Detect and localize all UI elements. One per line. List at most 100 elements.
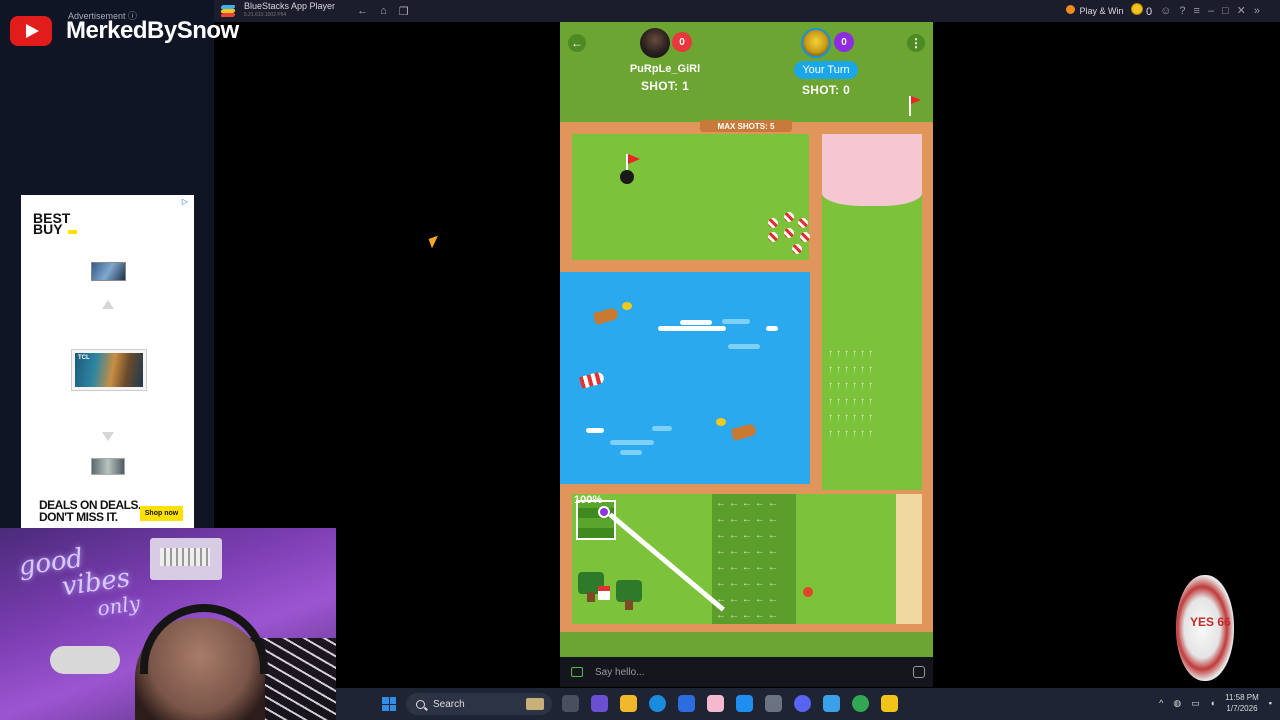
stream-overlay-left: Advertisement ⓘ MerkedBySnow ▷ BEST BUY … — [0, 0, 239, 528]
notepad-icon[interactable] — [823, 695, 840, 712]
duck-obstacle — [622, 302, 632, 310]
app-icon[interactable] — [707, 695, 724, 712]
max-shots-label: MAX SHOTS: 5 — [700, 120, 792, 132]
search-placeholder: Search — [433, 698, 465, 710]
ad-choices-icon[interactable]: ▷ — [182, 197, 188, 206]
chip-label: YES 66 — [1190, 615, 1231, 629]
self-shots: SHOT: 0 — [801, 83, 851, 97]
back-nav-icon[interactable]: ← — [357, 5, 368, 18]
edge-icon[interactable] — [649, 695, 666, 712]
expand-icon[interactable]: » — [1254, 5, 1260, 17]
teams-icon[interactable] — [591, 695, 608, 712]
sticker-icon[interactable] — [913, 666, 925, 678]
your-turn-pill: Your Turn — [794, 61, 858, 79]
ad-headline-line2: DON'T MISS IT. — [39, 510, 118, 524]
tray-overflow-icon[interactable]: ^ — [1159, 698, 1163, 708]
play-win-label: Play & Win — [1079, 6, 1124, 16]
clock-time: 11:58 PM — [1225, 693, 1259, 702]
microphone — [50, 646, 120, 674]
speed-arrows-up: ↑↑↑↑↑↑ ↑↑↑↑↑↑ ↑↑↑↑↑↑ ↑↑↑↑↑↑ ↑↑↑↑↑↑ ↑↑↑↑↑↑ — [828, 348, 876, 439]
channel-brand: MerkedBySnow — [10, 16, 239, 46]
opponent-ball — [803, 587, 813, 597]
search-icon — [416, 699, 425, 709]
taskbar-search[interactable]: Search — [406, 693, 552, 715]
player-ball[interactable] — [598, 506, 610, 518]
water-ripple — [620, 450, 642, 455]
channel-name: MerkedBySnow — [66, 17, 239, 44]
profile-icon[interactable]: ☺ — [1160, 5, 1171, 17]
tee-box — [576, 500, 616, 540]
golf-course[interactable]: MAX SHOTS: 5 ↑↑↑↑↑↑ ↑↑↑↑↑↑ ↑↑↑↑↑↑ ↑↑↑↑↑↑… — [560, 96, 933, 632]
bluestacks-icon[interactable] — [881, 695, 898, 712]
store-icon[interactable] — [678, 695, 695, 712]
help-icon[interactable]: ? — [1179, 5, 1185, 17]
opponent-avatar — [640, 28, 670, 58]
power-indicator: 100% — [574, 494, 603, 506]
water-ripple — [610, 440, 654, 445]
water-reflection — [766, 326, 778, 331]
game-menu-button[interactable]: ⋮ — [907, 34, 925, 52]
water-reflection — [680, 320, 712, 325]
carousel-up-icon[interactable] — [102, 300, 114, 309]
coin-balance[interactable]: 0 — [1131, 3, 1152, 18]
neon-sign: good vibes only — [17, 538, 142, 631]
file-explorer-icon[interactable] — [620, 695, 637, 712]
app-version: 5.21.610.1002 P64 — [244, 12, 287, 18]
candy-obstacle — [768, 232, 778, 242]
chrome-icon[interactable] — [852, 695, 869, 712]
menu-icon[interactable]: ≡ — [1193, 5, 1199, 17]
shop-now-button[interactable]: Shop now — [140, 506, 183, 521]
house-obstacle — [598, 586, 610, 600]
opponent-score-badge: 0 — [672, 32, 692, 52]
taskbar-clock[interactable]: 11:58 PM 1/7/2026 — [1225, 692, 1259, 714]
youtube-logo-icon — [10, 16, 52, 46]
copilot-icon[interactable] — [736, 695, 753, 712]
chat-bar[interactable]: Say hello... — [560, 657, 933, 687]
opponent-shots: SHOT: 1 — [640, 79, 690, 93]
candy-obstacle — [800, 232, 810, 242]
tv-brand-label: TCL — [78, 355, 90, 361]
best-buy-logo: BEST BUY — [33, 211, 77, 236]
water-ripple — [722, 319, 750, 324]
app-title: BlueStacks App Player — [244, 1, 336, 11]
task-view-icon[interactable] — [562, 695, 579, 712]
windows-taskbar: Search ^ ◍ ▭ ◖ 11:58 PM 1/7/2026 ▪ — [336, 688, 1280, 720]
product-thumbnail[interactable] — [91, 262, 126, 281]
home-nav-icon[interactable]: ⌂ — [380, 5, 387, 18]
discord-icon[interactable] — [794, 695, 811, 712]
display-icon[interactable]: ▭ — [1191, 698, 1200, 709]
self-score-badge: 0 — [834, 32, 854, 52]
golf-hole — [620, 170, 634, 184]
play-win-button[interactable]: Play & Win — [1066, 5, 1123, 16]
recent-apps-icon[interactable]: ❐ — [399, 5, 409, 18]
notification-icon[interactable]: ▪ — [1269, 698, 1272, 708]
headset — [140, 604, 268, 674]
sand-trap — [896, 494, 922, 624]
neon-line-3: only — [95, 590, 142, 621]
best-buy-ad[interactable]: ▷ BEST BUY TCL DEALS ON DEALS. DON'T MIS… — [21, 195, 194, 528]
webcam-shelf-books — [160, 548, 210, 566]
game-header: ← 0 PuRpLe_GiRl SHOT: 1 0 Your Turn SHOT… — [560, 22, 933, 122]
network-icon[interactable]: ◍ — [1173, 698, 1181, 709]
start-button-icon[interactable] — [382, 697, 396, 711]
tv-product-image[interactable]: TCL — [71, 349, 147, 391]
maximize-icon[interactable]: □ — [1222, 5, 1229, 17]
volume-icon[interactable]: ◖ — [1210, 698, 1215, 708]
mouse-cursor-icon — [428, 235, 442, 249]
player-opponent: 0 PuRpLe_GiRl SHOT: 1 — [605, 28, 725, 93]
bluestacks-titlebar: BlueStacks App Player 5.21.610.1002 P64 … — [214, 0, 1280, 22]
candy-obstacle — [768, 218, 778, 228]
opponent-name: PuRpLe_GiRl — [629, 63, 701, 75]
chat-input[interactable]: Say hello... — [595, 667, 644, 678]
settings-icon[interactable] — [765, 695, 782, 712]
golf-game-viewport[interactable]: ← 0 PuRpLe_GiRl SHOT: 1 0 Your Turn SHOT… — [560, 22, 933, 657]
back-button[interactable]: ← — [568, 34, 586, 52]
product-thumbnail[interactable] — [91, 458, 125, 475]
carousel-down-icon[interactable] — [102, 432, 114, 441]
close-icon[interactable]: ✕ — [1237, 4, 1246, 17]
candy-obstacle — [784, 212, 794, 222]
finish-flag-icon — [909, 96, 921, 116]
coin-icon — [1131, 3, 1144, 15]
minimize-icon[interactable]: – — [1208, 5, 1214, 17]
water-reflection — [586, 428, 604, 433]
